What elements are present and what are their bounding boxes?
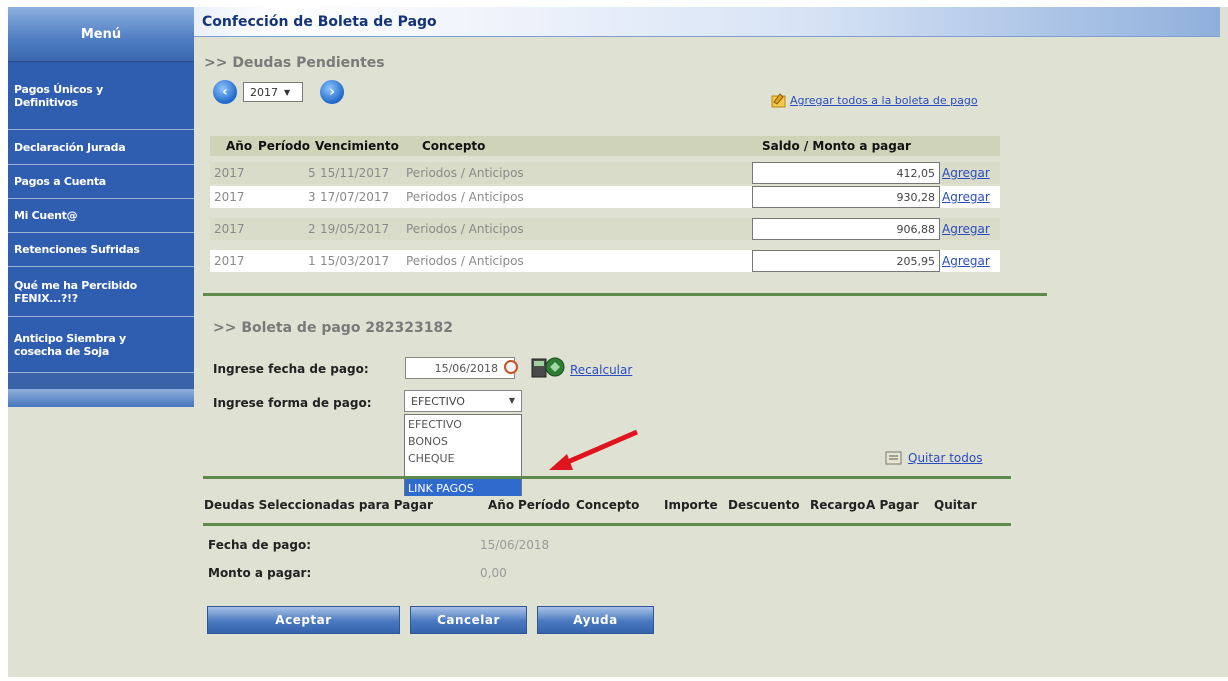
forma-pago-label: Ingrese forma de pago:	[213, 396, 372, 410]
debts-table-header: Año Período Vencimiento Concepto Saldo /…	[210, 136, 1000, 156]
sidebar-item-pagos-cuenta[interactable]: Pagos a Cuenta	[8, 165, 194, 199]
row-periodo: 2	[308, 222, 316, 236]
add-row-link[interactable]: Agregar	[942, 190, 990, 204]
table-row: 2017 5 15/11/2017 Periodos / Anticipos 4…	[210, 162, 1000, 184]
sidebar-item-declaracion-jurada[interactable]: Declaración Jurada	[8, 130, 194, 165]
row-concepto: Periodos / Anticipos	[406, 222, 524, 236]
row-concepto: Periodos / Anticipos	[406, 254, 524, 268]
row-concepto: Periodos / Anticipos	[406, 190, 524, 204]
prev-year-arrow-icon[interactable]: ‹	[213, 80, 237, 104]
table-row: 2017 2 19/05/2017 Periodos / Anticipos 9…	[210, 218, 1000, 240]
amount-input[interactable]: 930,28	[752, 186, 940, 208]
page-title: Confección de Boleta de Pago	[202, 14, 437, 30]
col-saldo-header: Saldo / Monto a pagar	[762, 139, 911, 153]
row-periodo: 5	[308, 166, 316, 180]
col-vencimiento-header: Vencimiento	[315, 139, 399, 153]
col-periodo-header: Período	[518, 498, 571, 512]
sidebar-item-label: Declaración Jurada	[14, 140, 126, 154]
menu-header: Menú	[8, 7, 194, 62]
sidebar-menu: Menú Pagos Únicos y Definitivos Declarac…	[8, 7, 194, 407]
sidebar-footer-bar	[8, 389, 194, 407]
col-ano-header: Año	[488, 498, 515, 512]
row-ano: 2017	[214, 254, 245, 268]
row-vencimiento: 15/11/2017	[320, 166, 390, 180]
next-year-arrow-icon[interactable]: ›	[320, 80, 344, 104]
option-bonos[interactable]: BONOS	[405, 432, 521, 449]
sidebar-item-label: Retenciones Sufridas	[14, 243, 140, 256]
row-ano: 2017	[214, 222, 245, 236]
page-frame: Menú Pagos Únicos y Definitivos Declarac…	[8, 7, 1228, 677]
col-recargo-header: Recargo	[810, 498, 866, 512]
remove-all-icon	[885, 451, 902, 465]
sidebar-item-percibido-fenix[interactable]: Qué me ha Percibido FENIX...?!?	[8, 267, 194, 317]
col-periodo-header: Período	[258, 139, 311, 153]
sidebar-item-label: Mi Cuent@	[14, 209, 78, 222]
ayuda-button[interactable]: Ayuda	[537, 606, 654, 634]
quitar-todos-link[interactable]: Quitar todos	[908, 451, 982, 465]
row-ano: 2017	[214, 166, 245, 180]
year-select[interactable]: 2017 ▼	[243, 82, 303, 102]
col-descuento-header: Descuento	[728, 498, 800, 512]
sidebar-item-label: Qué me ha Percibido FENIX...?!?	[14, 278, 137, 305]
option-efectivo[interactable]: EFECTIVO	[405, 415, 521, 432]
sidebar-item-anticipo-soja[interactable]: Anticipo Siembra y cosecha de Soja	[8, 317, 194, 373]
selected-debts-title: Deudas Seleccionadas para Pagar	[204, 498, 433, 512]
amount-input[interactable]: 412,05	[752, 162, 940, 184]
col-concepto-header: Concepto	[422, 139, 486, 153]
sidebar-item-pagos-unicos[interactable]: Pagos Únicos y Definitivos	[8, 62, 194, 130]
row-periodo: 1	[308, 254, 316, 268]
fecha-pago-summary-value: 15/06/2018	[480, 538, 550, 552]
section-divider	[203, 293, 1047, 296]
table-row: 2017 1 15/03/2017 Periodos / Anticipos 2…	[210, 250, 1000, 272]
row-periodo: 3	[308, 190, 316, 204]
col-ano-header: Año	[226, 139, 253, 153]
col-a-pagar-header: A Pagar	[866, 498, 919, 512]
sidebar-item-label: Pagos Únicos y Definitivos	[14, 82, 103, 109]
amount-input[interactable]: 906,88	[752, 218, 940, 240]
col-concepto-header: Concepto	[576, 498, 640, 512]
fecha-pago-summary-label: Fecha de pago:	[208, 538, 312, 552]
col-importe-header: Importe	[664, 498, 718, 512]
cancelar-button[interactable]: Cancelar	[410, 606, 527, 634]
add-all-to-boleta-link[interactable]: Agregar todos a la boleta de pago	[790, 94, 978, 107]
calendar-icon[interactable]	[504, 360, 518, 374]
sidebar-item-label: Anticipo Siembra y cosecha de Soja	[14, 331, 126, 358]
fecha-pago-input[interactable]: 15/06/2018	[405, 357, 515, 379]
option-cheque[interactable]: CHEQUE	[405, 449, 521, 466]
add-row-link[interactable]: Agregar	[942, 222, 990, 236]
forma-pago-select[interactable]: EFECTIVO ▼	[404, 390, 522, 412]
chevron-down-icon: ▼	[284, 87, 291, 97]
monto-pagar-label: Monto a pagar:	[208, 566, 312, 580]
row-vencimiento: 15/03/2017	[320, 254, 390, 268]
recalcular-link[interactable]: Recalcular	[570, 363, 632, 377]
chevron-down-icon: ▼	[508, 396, 515, 405]
section-divider	[203, 523, 1011, 526]
aceptar-button[interactable]: Aceptar	[207, 606, 400, 634]
add-row-link[interactable]: Agregar	[942, 166, 990, 180]
section-divider	[203, 476, 1011, 479]
amount-input[interactable]: 205,95	[752, 250, 940, 272]
row-concepto: Periodos / Anticipos	[406, 166, 524, 180]
add-row-link[interactable]: Agregar	[942, 254, 990, 268]
sidebar-item-mi-cuenta[interactable]: Mi Cuent@	[8, 199, 194, 233]
forma-pago-dropdown: EFECTIVO BONOS CHEQUE LINK PAGOS	[404, 414, 522, 496]
add-to-boleta-icon	[771, 93, 786, 108]
row-ano: 2017	[214, 190, 245, 204]
red-arrow-annotation	[549, 429, 638, 470]
title-bar: Confección de Boleta de Pago	[194, 7, 1220, 37]
year-select-value: 2017	[250, 85, 278, 99]
recalculate-icon[interactable]	[531, 355, 565, 379]
monto-pagar-value: 0,00	[480, 566, 507, 580]
forma-pago-selected-value: EFECTIVO	[411, 395, 465, 408]
table-row: 2017 3 17/07/2017 Periodos / Anticipos 9…	[210, 186, 1000, 208]
sidebar-item-label: Pagos a Cuenta	[14, 175, 106, 188]
option-link-pagos[interactable]: LINK PAGOS	[405, 479, 521, 496]
pending-debts-title: >> Deudas Pendientes	[204, 55, 385, 71]
sidebar-item-retenciones[interactable]: Retenciones Sufridas	[8, 233, 194, 267]
fecha-pago-label: Ingrese fecha de pago:	[213, 362, 369, 376]
row-vencimiento: 17/07/2017	[320, 190, 390, 204]
boleta-title: >> Boleta de pago 282323182	[213, 320, 453, 336]
row-vencimiento: 19/05/2017	[320, 222, 390, 236]
col-quitar-header: Quitar	[934, 498, 977, 512]
